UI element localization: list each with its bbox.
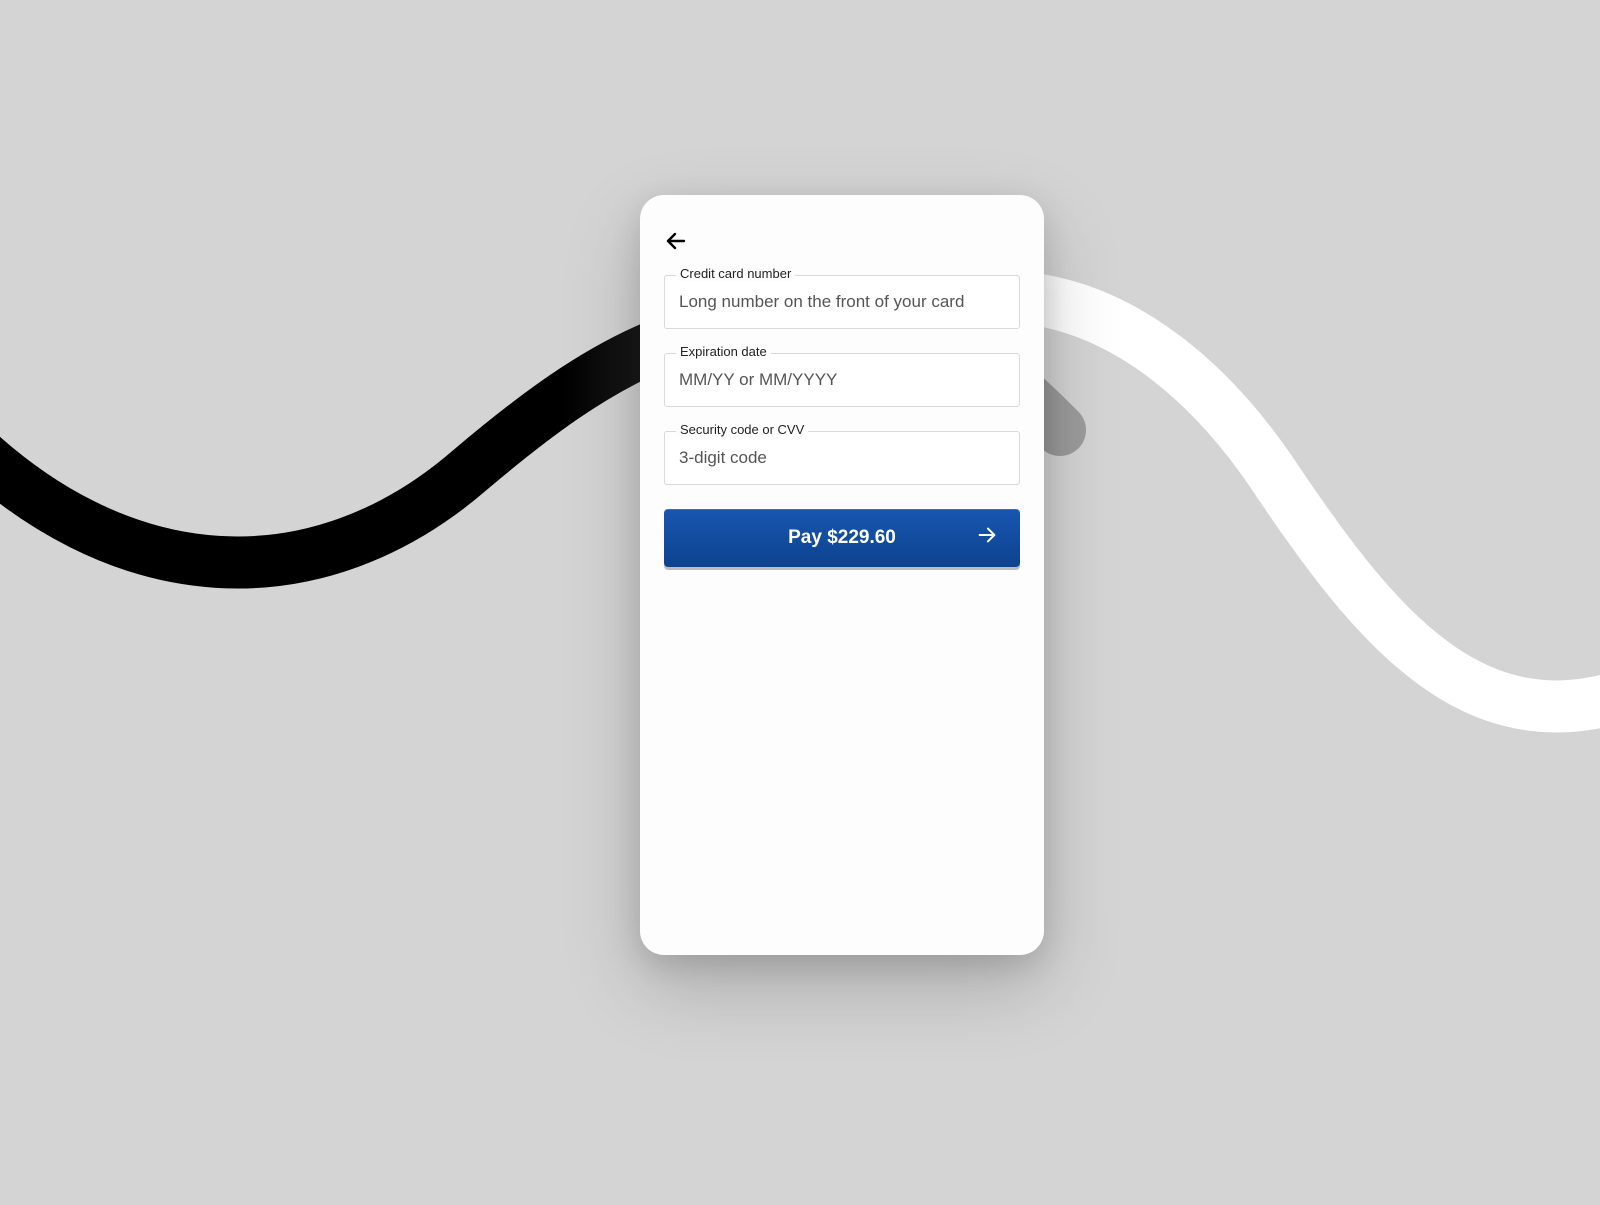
expiration-label: Expiration date — [676, 344, 771, 359]
cvv-input[interactable] — [664, 431, 1020, 485]
card-number-input[interactable] — [664, 275, 1020, 329]
cvv-label: Security code or CVV — [676, 422, 808, 437]
card-number-field: Credit card number — [664, 275, 1020, 329]
arrow-right-icon — [976, 524, 998, 552]
back-button[interactable] — [664, 227, 692, 255]
card-number-label: Credit card number — [676, 266, 795, 281]
pay-button-label: Pay $229.60 — [664, 527, 1020, 549]
expiration-input[interactable] — [664, 353, 1020, 407]
arrow-left-icon — [664, 229, 688, 253]
cvv-field: Security code or CVV — [664, 431, 1020, 485]
pay-button[interactable]: Pay $229.60 — [664, 509, 1020, 567]
expiration-field: Expiration date — [664, 353, 1020, 407]
payment-card-panel: Credit card number Expiration date Secur… — [640, 195, 1044, 955]
